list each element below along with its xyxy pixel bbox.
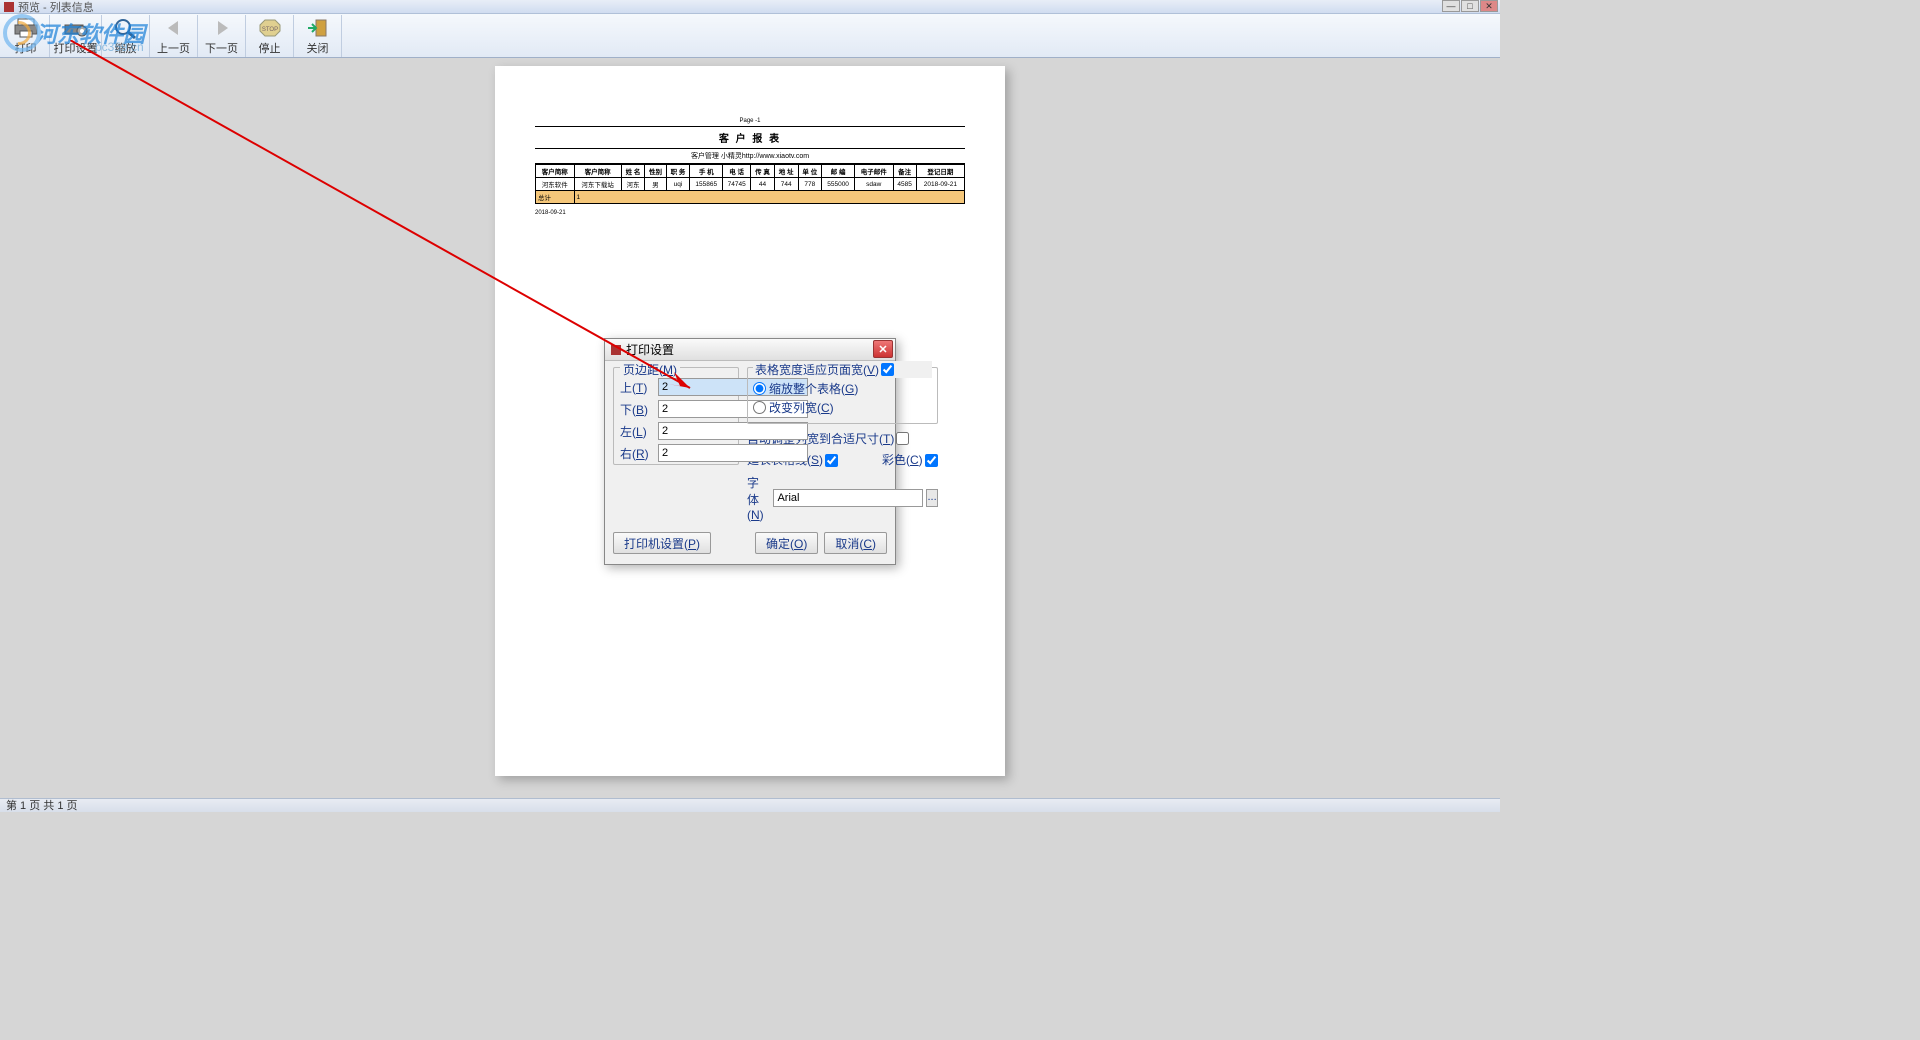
- maximize-button[interactable]: □: [1461, 0, 1479, 12]
- window-controls: — □ ✕: [1441, 0, 1498, 12]
- margin-left-input[interactable]: [658, 422, 808, 440]
- table-header: 单 位: [798, 165, 822, 178]
- report-date: 2018-09-21: [535, 210, 965, 216]
- color-checkbox[interactable]: [925, 454, 938, 467]
- color-label: 彩色(C): [882, 453, 923, 467]
- title-bar: 预览 - 列表信息 — □ ✕: [0, 0, 1500, 14]
- window-title: 预览 - 列表信息: [18, 0, 94, 15]
- printer-icon: [12, 17, 40, 39]
- table-header: 性别: [645, 165, 666, 178]
- close-window-button[interactable]: ✕: [1480, 0, 1498, 12]
- margins-legend: 页边距(M): [620, 361, 680, 378]
- prev-page-button[interactable]: 上一页: [150, 15, 198, 57]
- table-header: 职 务: [666, 165, 690, 178]
- status-bar: 第 1 页 共 1 页: [0, 798, 1500, 812]
- table-header: 电子邮件: [855, 165, 894, 178]
- print-settings-dialog: 打印设置 ✕ 页边距(M) 上(T) 下(B) 左(L) 右(R): [604, 338, 896, 565]
- table-header: 客户简称: [574, 165, 621, 178]
- auto-adjust-checkbox[interactable]: [896, 432, 909, 445]
- table-header: 传 真: [751, 165, 775, 178]
- stop-button[interactable]: STOP 停止: [246, 15, 294, 57]
- table-header: 地 址: [774, 165, 798, 178]
- report-subtitle: 客户管理 小精灵http://www.xiaotv.com: [535, 148, 965, 164]
- ok-button[interactable]: 确定(O): [755, 532, 818, 554]
- stop-icon: STOP: [256, 17, 284, 39]
- dialog-icon: [611, 345, 621, 355]
- table-header: 邮 编: [822, 165, 855, 178]
- watermark-url: pc359.cn: [95, 40, 144, 54]
- table-header: 登记日期: [916, 165, 964, 178]
- arrow-right-icon: [208, 17, 236, 39]
- page-number: Page -1: [535, 118, 965, 124]
- table-header: 客户简称: [536, 165, 575, 178]
- scale-all-label: 缩放整个表格(G): [769, 380, 858, 397]
- toolbar: 打印 打印设置 缩放 上一页 下一页 STOP 停止 关闭: [0, 14, 1500, 58]
- dialog-body: 页边距(M) 上(T) 下(B) 左(L) 右(R): [605, 361, 895, 564]
- margins-fieldset: 页边距(M) 上(T) 下(B) 左(L) 右(R): [613, 367, 739, 465]
- table-header: 备注: [893, 165, 916, 178]
- margin-bottom-label: 下(B): [620, 401, 654, 418]
- font-browse-button[interactable]: ...: [926, 489, 937, 507]
- dialog-titlebar[interactable]: 打印设置 ✕: [605, 339, 895, 361]
- table-header: 电 话: [723, 165, 751, 178]
- dialog-title: 打印设置: [626, 341, 674, 358]
- report-title: 客 户 报 表: [535, 126, 965, 145]
- fit-page-checkbox[interactable]: [881, 363, 894, 376]
- margin-top-label: 上(T): [620, 379, 654, 396]
- svg-text:STOP: STOP: [261, 27, 277, 33]
- scale-all-radio[interactable]: [753, 382, 766, 395]
- app-icon: [4, 2, 14, 12]
- minimize-button[interactable]: —: [1442, 0, 1460, 12]
- font-label: 字体(N): [747, 474, 770, 522]
- gear-printer-icon: [62, 17, 90, 39]
- app-window: 预览 - 列表信息 — □ ✕ 打印 打印设置 缩放 上一页 下一页 STOP: [0, 0, 1500, 812]
- fit-page-label: 表格宽度适应页面宽(V): [755, 361, 879, 378]
- next-page-button[interactable]: 下一页: [198, 15, 246, 57]
- table-header: 姓 名: [621, 165, 645, 178]
- report-table: 客户简称客户简称姓 名性别职 务手 机电 话传 真地 址单 位邮 编电子邮件备注…: [535, 164, 965, 204]
- extend-lines-checkbox[interactable]: [825, 454, 838, 467]
- summary-row: 总计1: [536, 191, 965, 204]
- arrow-left-icon: [160, 17, 188, 39]
- dialog-close-button[interactable]: ✕: [873, 340, 893, 358]
- printer-setup-button[interactable]: 打印机设置(P): [613, 532, 711, 554]
- change-col-radio[interactable]: [753, 401, 766, 414]
- margin-right-input[interactable]: [658, 444, 808, 462]
- font-input[interactable]: [773, 489, 923, 507]
- cancel-button[interactable]: 取消(C): [824, 532, 887, 554]
- table-width-fieldset: 表格宽度适应页面宽(V) 缩放整个表格(G) 改变列宽(C): [747, 367, 938, 424]
- margin-right-label: 右(R): [620, 445, 654, 462]
- magnifier-icon: [112, 17, 140, 39]
- door-icon: [304, 17, 332, 39]
- margin-left-label: 左(L): [620, 423, 654, 440]
- close-button[interactable]: 关闭: [294, 15, 342, 57]
- print-button[interactable]: 打印: [2, 15, 50, 57]
- table-row: 河东软件河东下载站河东男uqi1558657474544744778555000…: [536, 178, 965, 191]
- change-col-label: 改变列宽(C): [769, 399, 834, 416]
- table-header: 手 机: [690, 165, 723, 178]
